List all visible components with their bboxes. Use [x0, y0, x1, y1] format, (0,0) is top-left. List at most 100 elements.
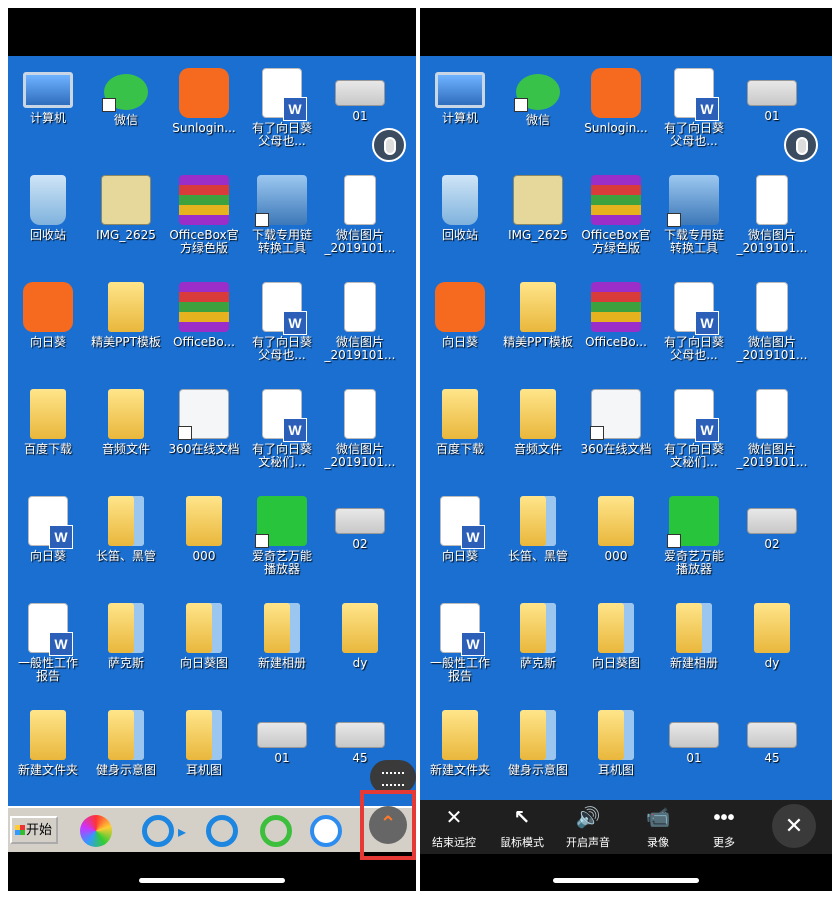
toolbar-item-speaker[interactable]: 🔊 开启声音 — [556, 806, 620, 850]
desktop-icon[interactable]: 000 — [164, 490, 244, 590]
desktop-icon[interactable]: 爱奇艺万能 播放器 — [654, 490, 734, 590]
desktop-icon[interactable]: 微信图片 _2019101... — [320, 383, 400, 483]
desktop-icon[interactable]: 有了向日葵 文秘们... — [654, 383, 734, 483]
mouse-mode-button[interactable] — [372, 128, 406, 162]
camera-icon: 📹 — [645, 807, 671, 829]
desktop-icon[interactable]: 45 — [732, 704, 812, 804]
desktop-icon-label: 有了向日葵 文秘们... — [663, 442, 724, 469]
desktop-icon[interactable]: 向日葵 — [420, 490, 500, 590]
desktop-icon[interactable]: 精美PPT模板 — [86, 276, 166, 376]
desktop-icon[interactable]: OfficeBo... — [164, 276, 244, 376]
desktop-icon[interactable]: 百度下载 — [8, 383, 88, 483]
toolbar-item-more[interactable]: ••• 更多 — [692, 806, 756, 850]
desktop-icon[interactable]: 01 — [654, 704, 734, 804]
desktop-icon[interactable]: 向日葵 — [420, 276, 500, 376]
desktop-icon[interactable]: OfficeBo... — [576, 276, 656, 376]
desktop-icon[interactable]: 02 — [320, 490, 400, 590]
desktop-icon[interactable]: 微信图片 _2019101... — [732, 276, 812, 376]
desktop-icon[interactable]: 有了向日葵 父母也... — [654, 62, 734, 162]
desktop-icon[interactable]: 有了向日葵 文秘们... — [242, 383, 322, 483]
desktop-icon[interactable]: 计算机 — [420, 62, 500, 162]
desktop-icon[interactable]: 有了向日葵 父母也... — [654, 276, 734, 376]
ie-icon[interactable] — [142, 815, 174, 847]
desktop-icon[interactable]: OfficeBox官 方绿色版 — [576, 169, 656, 269]
desktop-icon[interactable]: 向日葵 — [8, 276, 88, 376]
desktop-icon[interactable]: 微信 — [498, 62, 578, 162]
desktop-icon[interactable]: 耳机图 — [576, 704, 656, 804]
mouse-mode-button[interactable] — [784, 128, 818, 162]
image-icon — [756, 282, 788, 332]
desktop-icon[interactable]: 萨克斯 — [86, 597, 166, 697]
desktop-icon[interactable]: 百度下载 — [420, 383, 500, 483]
desktop-icon-label: 萨克斯 — [107, 656, 144, 670]
desktop-icon[interactable]: 01 — [242, 704, 322, 804]
computer-icon — [435, 72, 485, 108]
desktop-icon[interactable]: 健身示意图 — [86, 704, 166, 804]
remote-desktop-left[interactable]: 计算机 微信 Sunlogin... 有了向日葵 父母也... 01 回收站 IMG_262… — [8, 56, 416, 806]
ie-browser-icon[interactable] — [206, 815, 238, 847]
desktop-icon[interactable]: Sunlogin... — [164, 62, 244, 162]
desktop-icon[interactable]: 计算机 — [8, 62, 88, 162]
desktop-icon[interactable]: 有了向日葵 父母也... — [242, 276, 322, 376]
toolbar-item-cursor[interactable]: ↖ 鼠标模式 — [490, 806, 554, 850]
desktop-icon[interactable]: 健身示意图 — [498, 704, 578, 804]
desktop-icon[interactable]: 下载专用链 转换工具 — [654, 169, 734, 269]
desktop-icon[interactable]: 一般性工作 报告 — [420, 597, 500, 697]
collapse-toolbar-button[interactable]: ✕ — [772, 804, 816, 848]
desktop-icon-label: 微信图片 _2019101... — [736, 442, 808, 469]
desktop-icon[interactable]: 360在线文档 — [576, 383, 656, 483]
desktop-icon-label: 微信图片 _2019101... — [324, 442, 396, 469]
start-button[interactable]: 开始 — [10, 816, 58, 844]
desktop-icon[interactable]: 新建文件夹 — [420, 704, 500, 804]
desktop-icon[interactable]: 微信 — [86, 62, 166, 162]
360-browser-icon[interactable] — [260, 815, 292, 847]
desktop-icon[interactable]: 下载专用链 转换工具 — [242, 169, 322, 269]
desktop-icon[interactable]: 新建文件夹 — [8, 704, 88, 804]
toolbar-item-close-x[interactable]: ✕ 结束远控 — [422, 806, 486, 850]
desktop-icon[interactable]: 爱奇艺万能 播放器 — [242, 490, 322, 590]
desktop-icon[interactable]: 音频文件 — [498, 383, 578, 483]
desktop-icon[interactable]: 有了向日葵 父母也... — [242, 62, 322, 162]
folder2-icon — [186, 710, 222, 760]
desktop-icon[interactable]: 向日葵图 — [576, 597, 656, 697]
mouse-icon — [384, 137, 396, 155]
desktop-icon[interactable]: 新建相册 — [654, 597, 734, 697]
expand-toolbar-button[interactable]: ⌃ — [360, 790, 416, 860]
desktop-icon-label: 新建相册 — [669, 656, 718, 670]
desktop-icon[interactable]: 回收站 — [8, 169, 88, 269]
doc-icon — [440, 603, 485, 656]
desktop-icon[interactable]: 音频文件 — [86, 383, 166, 483]
desktop-icon[interactable]: 新建相册 — [242, 597, 322, 697]
desktop-icon[interactable]: 微信图片 _2019101... — [732, 383, 812, 483]
desktop-icon[interactable]: 一般性工作 报告 — [8, 597, 88, 697]
desktop-icon[interactable]: 回收站 — [420, 169, 500, 269]
baidu-netdisk-icon[interactable] — [310, 815, 342, 847]
desktop-icon[interactable]: 向日葵 — [8, 490, 88, 590]
desktop-icon[interactable]: 长笛、黑管 — [498, 490, 578, 590]
desktop-icon[interactable]: IMG_2625 — [86, 169, 166, 269]
desktop-icon[interactable]: 精美PPT模板 — [498, 276, 578, 376]
desktop-icon[interactable]: dy — [732, 597, 812, 697]
desktop-icon[interactable]: 向日葵图 — [164, 597, 244, 697]
desktop-icon[interactable]: 微信图片 _2019101... — [320, 169, 400, 269]
desktop-icon[interactable]: 微信图片 _2019101... — [732, 169, 812, 269]
desktop-icon[interactable]: OfficeBox官 方绿色版 — [164, 169, 244, 269]
desktop-icon[interactable]: 360在线文档 — [164, 383, 244, 483]
desktop-icon[interactable]: 微信图片 _2019101... — [320, 276, 400, 376]
desktop-icon[interactable]: 长笛、黑管 — [86, 490, 166, 590]
desktop-icon[interactable]: IMG_2625 — [498, 169, 578, 269]
close-x-icon: ✕ — [445, 807, 463, 829]
flower-app-icon[interactable] — [80, 815, 112, 847]
doc-icon — [674, 68, 719, 121]
desktop-icon[interactable]: 02 — [732, 490, 812, 590]
desktop-icon[interactable]: 萨克斯 — [498, 597, 578, 697]
toolbar-item-camera[interactable]: 📹 录像 — [626, 806, 690, 850]
remote-desktop-right[interactable]: 计算机 微信 Sunlogin... 有了向日葵 父母也... 01 回收站 IMG_262… — [420, 56, 832, 806]
desktop-icon[interactable]: 耳机图 — [164, 704, 244, 804]
keyboard-button[interactable] — [370, 760, 416, 794]
desktop-icon[interactable]: Sunlogin... — [576, 62, 656, 162]
desktop-icon[interactable]: 000 — [576, 490, 656, 590]
desktop-icon[interactable]: dy — [320, 597, 400, 697]
image-icon — [344, 175, 376, 225]
desktop-icon-label: 000 — [192, 549, 216, 563]
